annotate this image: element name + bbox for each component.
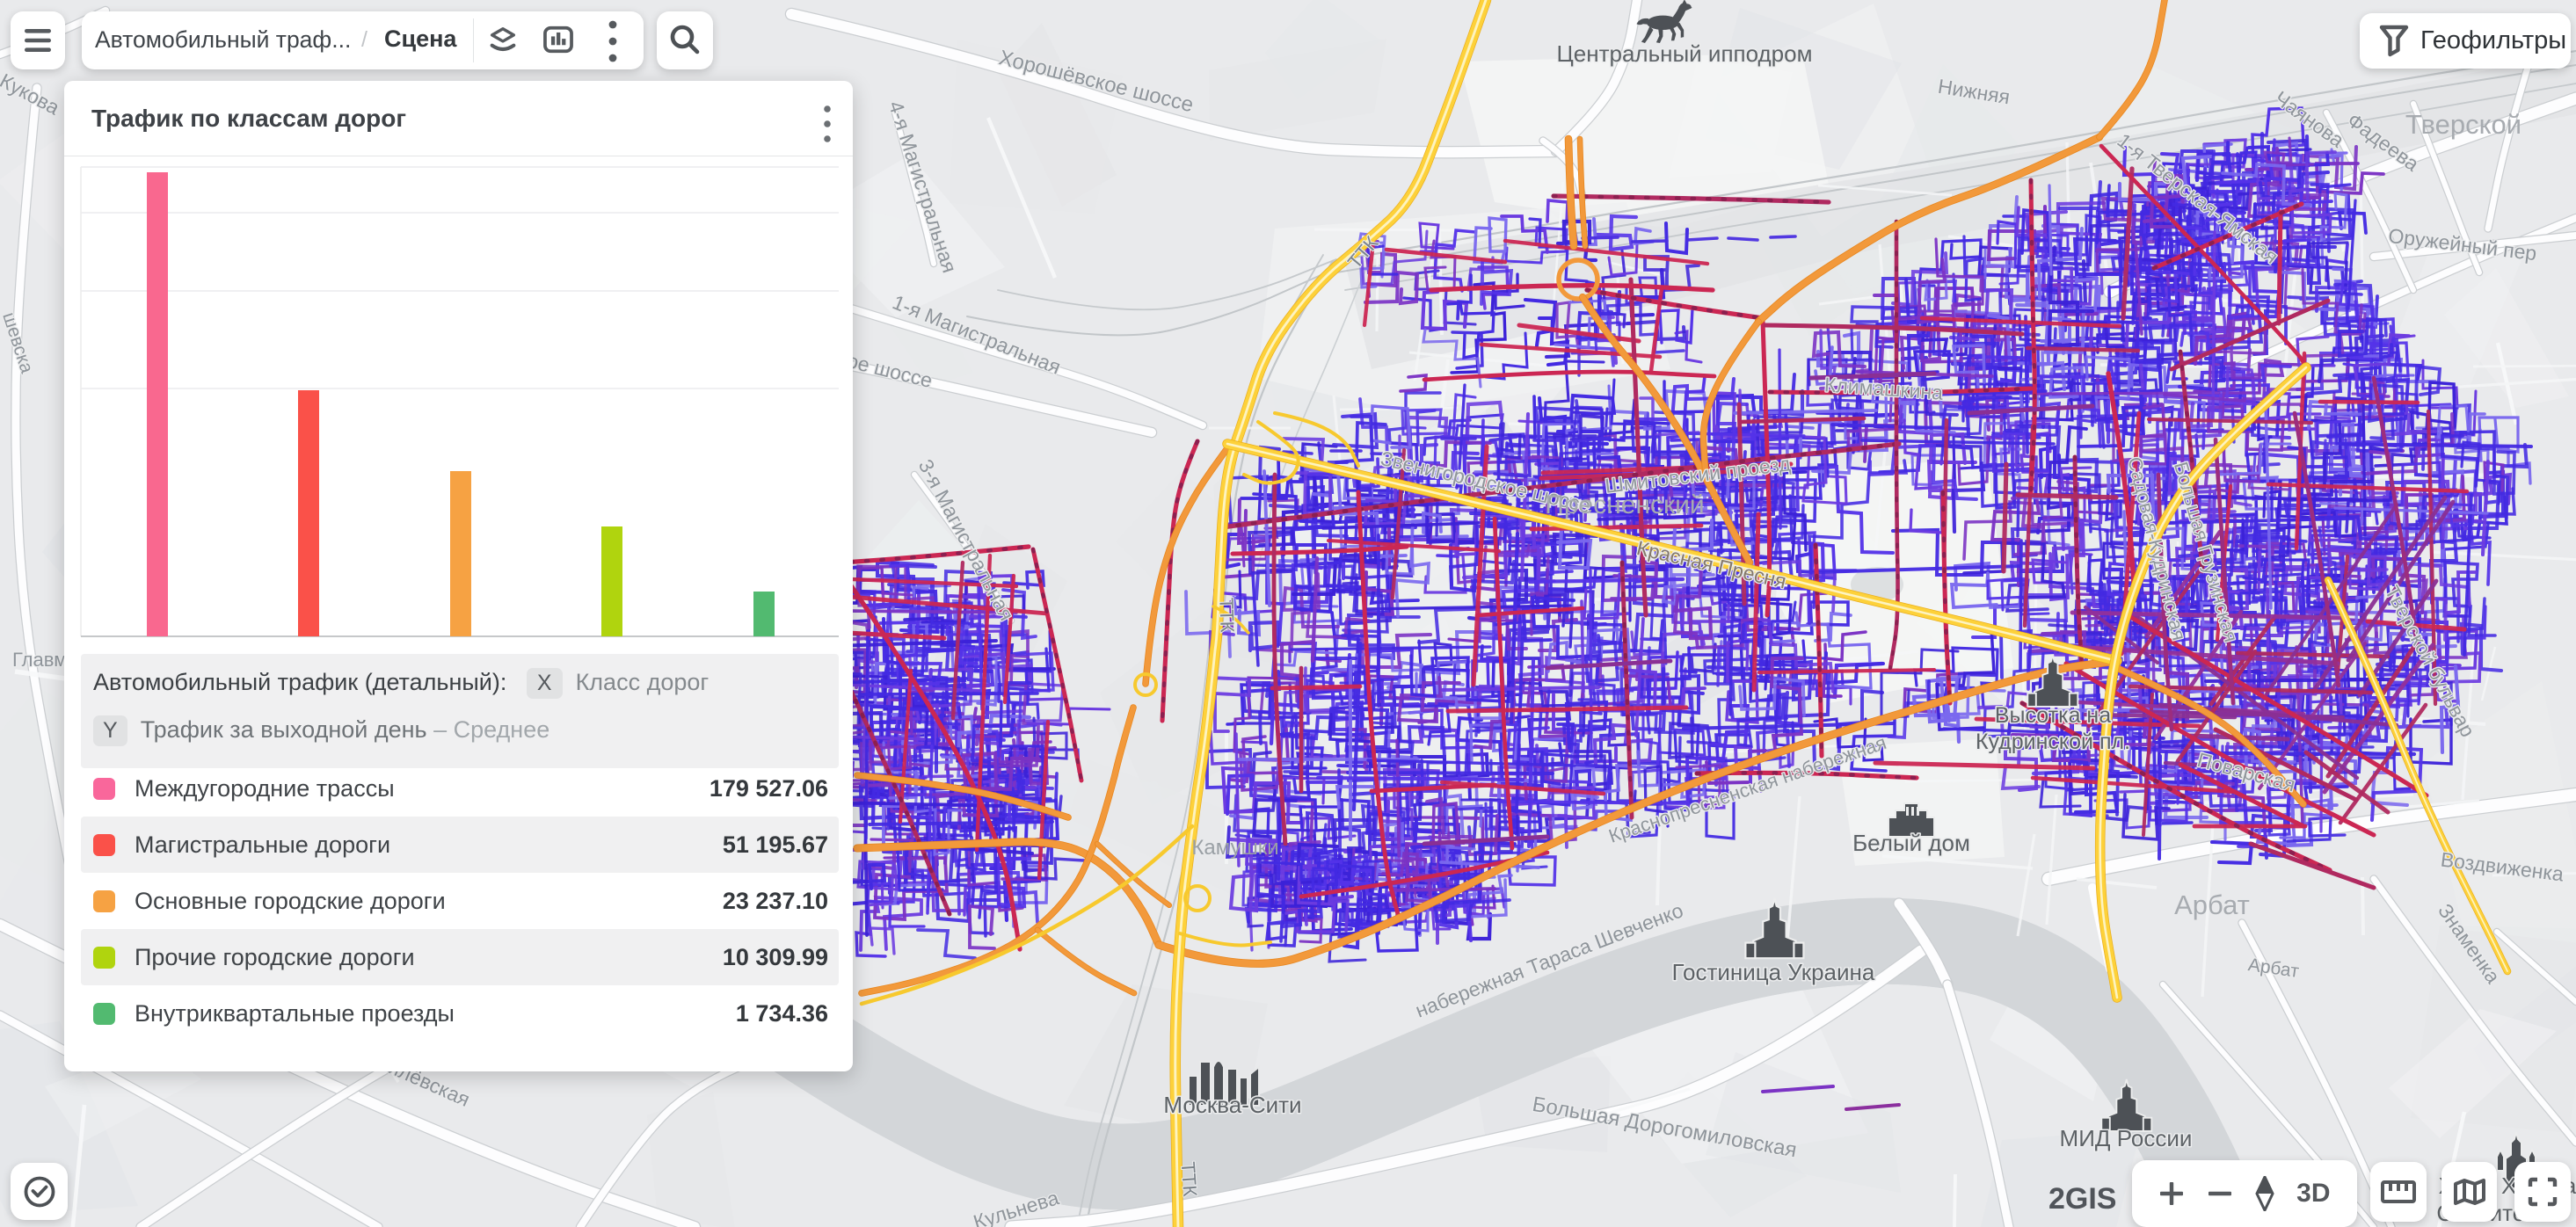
svg-text:Высотка на: Высотка на [1995, 703, 2111, 728]
svg-text:Центральный ипподром: Центральный ипподром [1557, 40, 1813, 67]
svg-text:Гостиница Украина: Гостиница Украина [1672, 959, 1875, 985]
svg-text:Кудринской пл.: Кудринской пл. [1976, 730, 2130, 754]
svg-text:Камушки: Камушки [1191, 836, 1278, 860]
svg-text:ТТК: ТТК [1215, 597, 1238, 633]
svg-text:Белый дом: Белый дом [1852, 830, 1970, 856]
svg-text:МИД России: МИД России [2060, 1125, 2193, 1151]
svg-text:Пресненский: Пресненский [1545, 490, 1704, 519]
svg-text:Главм: Главм [12, 649, 67, 671]
svg-text:Тверской: Тверской [2405, 109, 2521, 140]
svg-text:Арбат: Арбат [2174, 889, 2250, 920]
svg-text:Москва-Сити: Москва-Сити [1163, 1092, 1301, 1118]
svg-text:ТТК: ТТК [1177, 1161, 1202, 1198]
